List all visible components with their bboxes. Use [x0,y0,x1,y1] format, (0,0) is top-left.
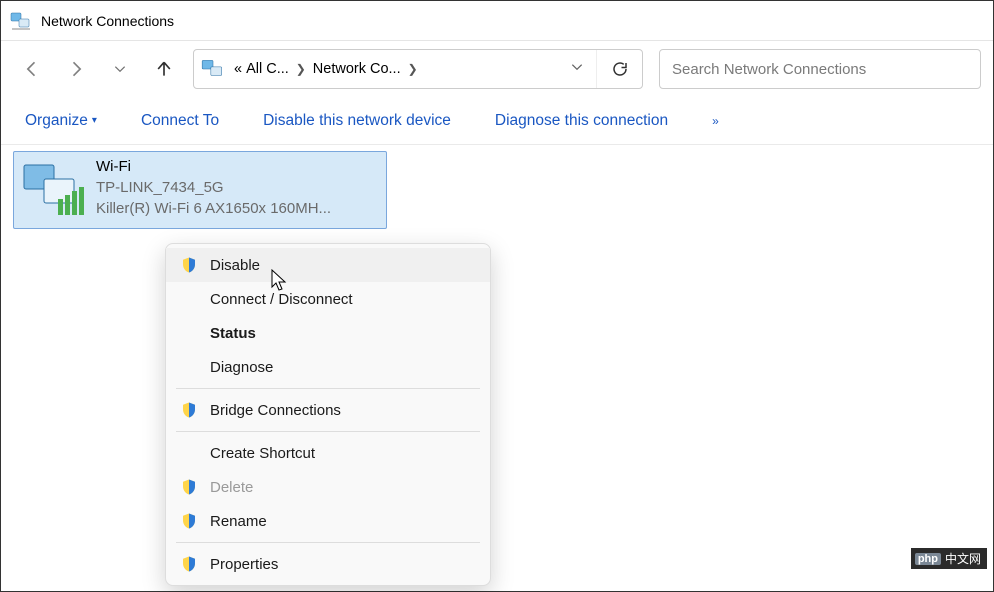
breadcrumb-seg-allc[interactable]: All C... ❯ [244,50,311,88]
adapter-name: Wi-Fi [96,156,331,177]
connect-to-button[interactable]: Connect To [141,112,219,130]
adapter-ssid: TP-LINK_7434_5G [96,177,331,198]
overflow-menu[interactable]: » [712,114,719,128]
network-adapter-icon [22,161,86,219]
context-menu-item-rename[interactable]: Rename [166,504,490,538]
search-input[interactable]: Search Network Connections [659,49,981,89]
forward-button[interactable] [57,50,95,88]
adapter-device: Killer(R) Wi-Fi 6 AX1650x 160MH... [96,198,331,219]
chevron-right-icon[interactable]: ❯ [403,62,423,76]
breadcrumb-overflow[interactable]: « [232,61,244,77]
context-menu-label: Create Shortcut [210,445,315,462]
window-title: Network Connections [41,13,174,29]
context-menu-item-bridge-connections[interactable]: Bridge Connections [166,393,490,427]
context-menu-separator [176,431,480,432]
context-menu-label: Rename [210,513,267,530]
context-menu-item-status[interactable]: Status [166,316,490,350]
organize-menu[interactable]: Organize▾ [25,112,97,130]
context-menu-label: Diagnose [210,359,273,376]
back-button[interactable] [13,50,51,88]
context-menu-label: Bridge Connections [210,402,341,419]
watermark: php 中文网 [911,548,987,569]
context-menu-label: Properties [210,556,278,573]
context-menu-separator [176,542,480,543]
context-menu-item-connect-disconnect[interactable]: Connect / Disconnect [166,282,490,316]
context-menu-item-diagnose[interactable]: Diagnose [166,350,490,384]
breadcrumb-seg-network[interactable]: Network Co... ❯ [311,50,423,88]
network-connections-icon [200,56,226,82]
chevron-down-icon: ▾ [92,115,97,126]
title-bar: Network Connections [1,1,993,41]
recent-dropdown[interactable] [101,50,139,88]
disable-device-button[interactable]: Disable this network device [263,112,451,130]
address-bar[interactable]: « All C... ❯ Network Co... ❯ [193,49,643,89]
address-dropdown[interactable] [558,60,596,79]
up-button[interactable] [145,50,183,88]
search-placeholder: Search Network Connections [672,61,866,78]
context-menu-item-properties[interactable]: Properties [166,547,490,581]
refresh-button[interactable] [596,50,642,88]
context-menu-item-create-shortcut[interactable]: Create Shortcut [166,436,490,470]
nav-row: « All C... ❯ Network Co... ❯ Search Netw… [1,41,993,97]
context-menu-label: Disable [210,257,260,274]
content-area: Wi-Fi TP-LINK_7434_5G Killer(R) Wi-Fi 6 … [1,145,993,235]
diagnose-button[interactable]: Diagnose this connection [495,112,668,130]
context-menu-item-delete: Delete [166,470,490,504]
chevron-right-icon[interactable]: ❯ [291,62,311,76]
context-menu-label: Delete [210,479,253,496]
context-menu-label: Status [210,325,256,342]
network-connections-icon [9,9,33,33]
mouse-cursor-icon [271,269,289,293]
context-menu-label: Connect / Disconnect [210,291,353,308]
context-menu-item-disable[interactable]: Disable [166,248,490,282]
context-menu-separator [176,388,480,389]
context-menu: Disable Connect / Disconnect Status Diagnos… [165,243,491,586]
adapter-item-wifi[interactable]: Wi-Fi TP-LINK_7434_5G Killer(R) Wi-Fi 6 … [13,151,387,229]
command-bar: Organize▾ Connect To Disable this networ… [1,97,993,145]
